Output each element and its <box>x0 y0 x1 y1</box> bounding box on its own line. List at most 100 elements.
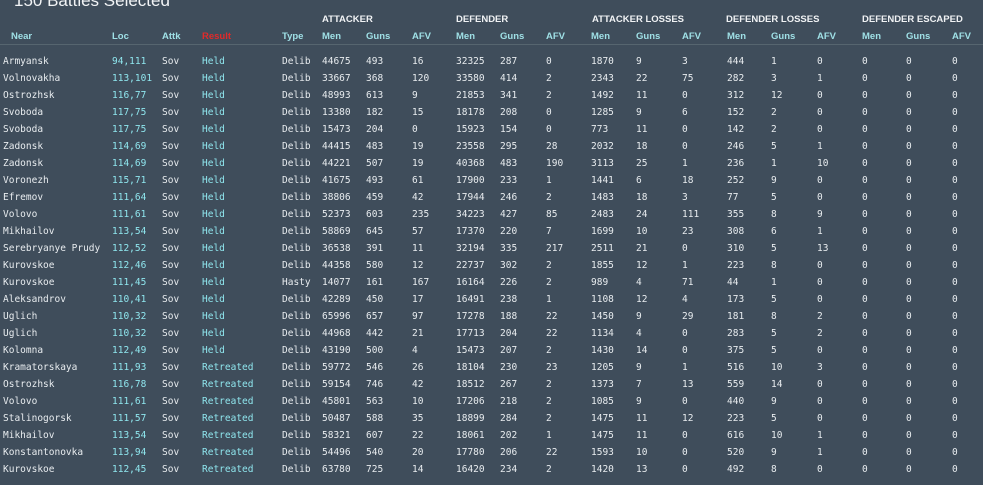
cell-defender-escaped-men: 0 <box>862 107 868 118</box>
cell-result: Held <box>202 141 225 152</box>
cell-defender-escaped-afv: 0 <box>952 311 958 322</box>
cell-type: Delib <box>282 192 311 203</box>
column-header-attacker-afv[interactable]: AFV <box>412 28 431 45</box>
column-header-defender-losses-afv[interactable]: AFV <box>817 28 836 45</box>
cell-defender-escaped-afv: 0 <box>952 124 958 135</box>
cell-attk: Sov <box>162 379 180 390</box>
cell-defender-losses-afv: 0 <box>817 277 823 288</box>
cell-result: Retreated <box>202 464 254 475</box>
column-header-defender-escaped-men[interactable]: Men <box>862 28 881 45</box>
cell-defender-escaped-guns: 0 <box>906 328 912 339</box>
cell-attacker-losses-men: 1430 <box>591 345 614 356</box>
cell-attk: Sov <box>162 345 180 356</box>
column-header-attk[interactable]: Attk <box>162 28 180 45</box>
table-row[interactable]: Konstantonovka 113,94 Sov Retreated Delib 544… <box>0 444 983 461</box>
table-row[interactable]: Serebryanye Prudy 112,52 Sov Held Delib 36538… <box>0 240 983 257</box>
column-header-defender-losses-guns[interactable]: Guns <box>771 28 795 45</box>
cell-attacker-guns: 493 <box>366 175 384 186</box>
cell-defender-escaped-afv: 0 <box>952 379 958 390</box>
cell-defender-guns: 208 <box>500 107 518 118</box>
table-row[interactable]: Zadonsk 114,69 Sov Held Delib 44415 483 19 23558… <box>0 138 983 155</box>
cell-result: Retreated <box>202 430 254 441</box>
cell-defender-guns: 238 <box>500 294 518 305</box>
cell-type: Delib <box>282 243 311 254</box>
cell-defender-escaped-afv: 0 <box>952 107 958 118</box>
cell-attacker-men: 13380 <box>322 107 351 118</box>
table-row[interactable]: Kolomna 112,49 Sov Held Delib 43190 500 4 15473 2… <box>0 342 983 359</box>
cell-defender-escaped-guns: 0 <box>906 90 912 101</box>
table-row[interactable]: Stalinogorsk 111,57 Sov Retreated Delib 50487… <box>0 410 983 427</box>
cell-near: Konstantonovka <box>3 447 84 458</box>
cell-result: Retreated <box>202 362 254 373</box>
cell-result: Retreated <box>202 447 254 458</box>
cell-attacker-men: 63780 <box>322 464 351 475</box>
column-header-attacker-guns[interactable]: Guns <box>366 28 390 45</box>
table-row[interactable]: Kurovskoe 111,45 Sov Held Hasty 14077 161 167 16… <box>0 274 983 291</box>
column-header-defender-losses-men[interactable]: Men <box>727 28 746 45</box>
table-row[interactable]: Volnovakha 113,101 Sov Held Delib 33667 368 120… <box>0 70 983 87</box>
cell-loc: 113,54 <box>112 226 147 237</box>
table-row[interactable]: Kramatorskaya 111,93 Sov Retreated Delib 5977… <box>0 359 983 376</box>
table-row[interactable]: Mikhailov 113,54 Sov Retreated Delib 58321 607… <box>0 427 983 444</box>
cell-defender-afv: 28 <box>546 141 558 152</box>
table-row[interactable]: Voronezh 115,71 Sov Held Delib 41675 493 61 1790… <box>0 172 983 189</box>
cell-attacker-men: 45801 <box>322 396 351 407</box>
column-header-attacker-men[interactable]: Men <box>322 28 341 45</box>
cell-defender-afv: 2 <box>546 413 552 424</box>
column-header-defender-guns[interactable]: Guns <box>500 28 524 45</box>
cell-defender-losses-guns: 1 <box>771 158 777 169</box>
cell-defender-men: 17944 <box>456 192 485 203</box>
cell-attacker-losses-afv: 0 <box>682 141 688 152</box>
cell-attacker-losses-guns: 9 <box>636 396 642 407</box>
table-row[interactable]: Mikhailov 113,54 Sov Held Delib 58869 645 57 173… <box>0 223 983 240</box>
cell-attk: Sov <box>162 73 180 84</box>
column-header-type[interactable]: Type <box>282 28 303 45</box>
table-row[interactable]: Uglich 110,32 Sov Held Delib 65996 657 97 17278 1… <box>0 308 983 325</box>
cell-defender-afv: 2 <box>546 464 552 475</box>
cell-attk: Sov <box>162 158 180 169</box>
table-row[interactable]: Svoboda 117,75 Sov Held Delib 15473 204 0 15923 1… <box>0 121 983 138</box>
column-header-attacker-losses-men[interactable]: Men <box>591 28 610 45</box>
table-row[interactable]: Volovo 111,61 Sov Retreated Delib 45801 563 10 1… <box>0 393 983 410</box>
cell-defender-men: 16164 <box>456 277 485 288</box>
table-row[interactable]: Uglich 110,32 Sov Held Delib 44968 442 21 17713 2… <box>0 325 983 342</box>
cell-attacker-afv: 17 <box>412 294 424 305</box>
cell-type: Delib <box>282 73 311 84</box>
cell-defender-losses-afv: 0 <box>817 345 823 356</box>
column-header-loc[interactable]: Loc <box>112 28 129 45</box>
cell-attacker-losses-men: 1492 <box>591 90 614 101</box>
cell-near: Ostrozhsk <box>3 90 55 101</box>
column-header-attacker-losses-afv[interactable]: AFV <box>682 28 701 45</box>
cell-defender-men: 17370 <box>456 226 485 237</box>
cell-loc: 113,101 <box>112 73 153 84</box>
cell-attk: Sov <box>162 413 180 424</box>
column-header-defender-escaped-guns[interactable]: Guns <box>906 28 930 45</box>
cell-near: Zadonsk <box>3 158 44 169</box>
cell-defender-afv: 2 <box>546 277 552 288</box>
table-row[interactable]: Svoboda 117,75 Sov Held Delib 13380 182 15 18178… <box>0 104 983 121</box>
cell-attacker-losses-men: 1420 <box>591 464 614 475</box>
column-header-near[interactable]: Near <box>11 28 32 45</box>
cell-attk: Sov <box>162 124 180 135</box>
table-row[interactable]: Efremov 111,64 Sov Held Delib 38806 459 42 17944… <box>0 189 983 206</box>
column-header-attacker-losses-guns[interactable]: Guns <box>636 28 660 45</box>
cell-defender-afv: 190 <box>546 158 564 169</box>
table-row[interactable]: Kurovskoe 112,46 Sov Held Delib 44358 580 12 227… <box>0 257 983 274</box>
table-row[interactable]: Ostrozhsk 116,77 Sov Held Delib 48993 613 9 2185… <box>0 87 983 104</box>
column-header-defender-escaped-afv[interactable]: AFV <box>952 28 971 45</box>
cell-defender-afv: 2 <box>546 260 552 271</box>
table-row[interactable]: Armyansk 94,111 Sov Held Delib 44675 493 16 3232… <box>0 53 983 70</box>
table-row[interactable]: Zadonsk 114,69 Sov Held Delib 44221 507 19 40368… <box>0 155 983 172</box>
column-header-result[interactable]: Result <box>202 28 231 45</box>
table-row[interactable]: Aleksandrov 110,41 Sov Held Delib 42289 450 17 1… <box>0 291 983 308</box>
column-header-defender-men[interactable]: Men <box>456 28 475 45</box>
cell-defender-escaped-men: 0 <box>862 311 868 322</box>
column-header-defender-afv[interactable]: AFV <box>546 28 565 45</box>
cell-result: Held <box>202 90 225 101</box>
cell-defender-losses-guns: 3 <box>771 73 777 84</box>
table-row[interactable]: Ostrozhsk 116,78 Sov Retreated Delib 59154 746… <box>0 376 983 393</box>
table-row[interactable]: Volovo 111,61 Sov Held Delib 52373 603 235 34223… <box>0 206 983 223</box>
cell-near: Ostrozhsk <box>3 379 55 390</box>
cell-defender-escaped-guns: 0 <box>906 107 912 118</box>
table-row[interactable]: Kurovskoe 112,45 Sov Retreated Delib 63780 725… <box>0 461 983 478</box>
